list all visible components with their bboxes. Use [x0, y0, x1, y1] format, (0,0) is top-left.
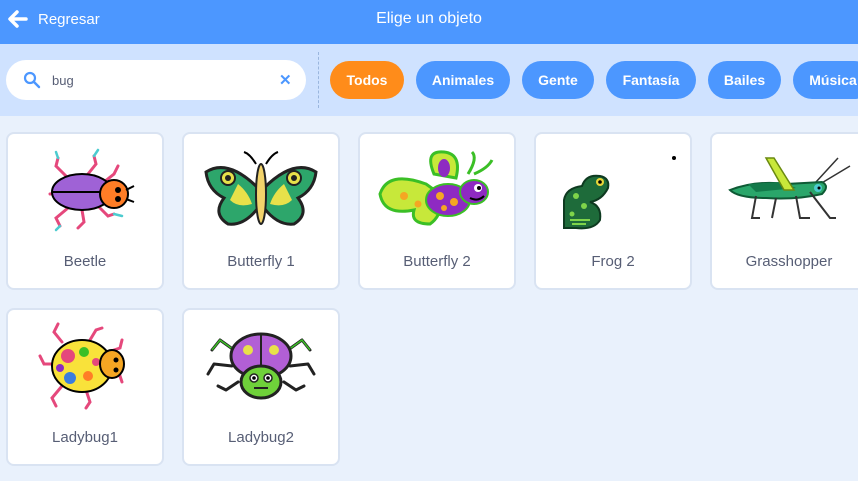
sprite-name: Ladybug2 — [228, 429, 294, 446]
sprite-card-ladybug1[interactable]: Ladybug1 — [6, 308, 164, 466]
sprite-card-butterfly-2[interactable]: Butterfly 2 — [358, 132, 516, 290]
ladybug-image — [206, 332, 316, 400]
sprite-card-frog-2[interactable]: Frog 2 — [534, 132, 692, 290]
sprite-name: Butterfly 1 — [227, 253, 295, 270]
search-input[interactable] — [52, 70, 272, 90]
page-title: Elige un objeto — [376, 10, 482, 27]
butterfly-image — [378, 150, 494, 226]
header: Regresar Elige un objeto — [0, 0, 858, 44]
tag-musica[interactable]: Música — [793, 61, 858, 99]
sprite-name: Grasshopper — [745, 253, 833, 270]
sprite-name: Beetle — [63, 253, 107, 270]
search-box: ✕ — [6, 60, 306, 100]
frog-image — [563, 156, 676, 230]
sprite-card-butterfly-1[interactable]: Butterfly 1 — [182, 132, 340, 290]
tag-todos[interactable]: Todos — [330, 61, 404, 99]
sprite-card-ladybug2[interactable]: Ladybug2 — [182, 308, 340, 466]
butterfly-image — [204, 151, 318, 226]
sprite-card-grasshopper[interactable]: Grasshopper — [710, 132, 858, 290]
ladybug-image — [38, 322, 125, 410]
filter-bar: ✕ Todos Animales Gente Fantasía Bailes M… — [0, 44, 858, 116]
sprite-name: Ladybug1 — [52, 429, 118, 446]
tag-gente[interactable]: Gente — [522, 61, 594, 99]
sprite-name: Butterfly 2 — [403, 253, 471, 270]
sprite-card-beetle[interactable]: Beetle — [6, 132, 164, 290]
sprite-name: Frog 2 — [591, 253, 635, 270]
beetle-image — [48, 148, 135, 232]
search-icon — [23, 71, 41, 89]
divider — [318, 52, 319, 108]
close-icon[interactable]: ✕ — [279, 71, 292, 89]
tag-fantasia[interactable]: Fantasía — [606, 61, 696, 99]
tag-bailes[interactable]: Bailes — [708, 61, 781, 99]
grasshopper-image — [728, 157, 851, 219]
tag-animales[interactable]: Animales — [416, 61, 510, 99]
